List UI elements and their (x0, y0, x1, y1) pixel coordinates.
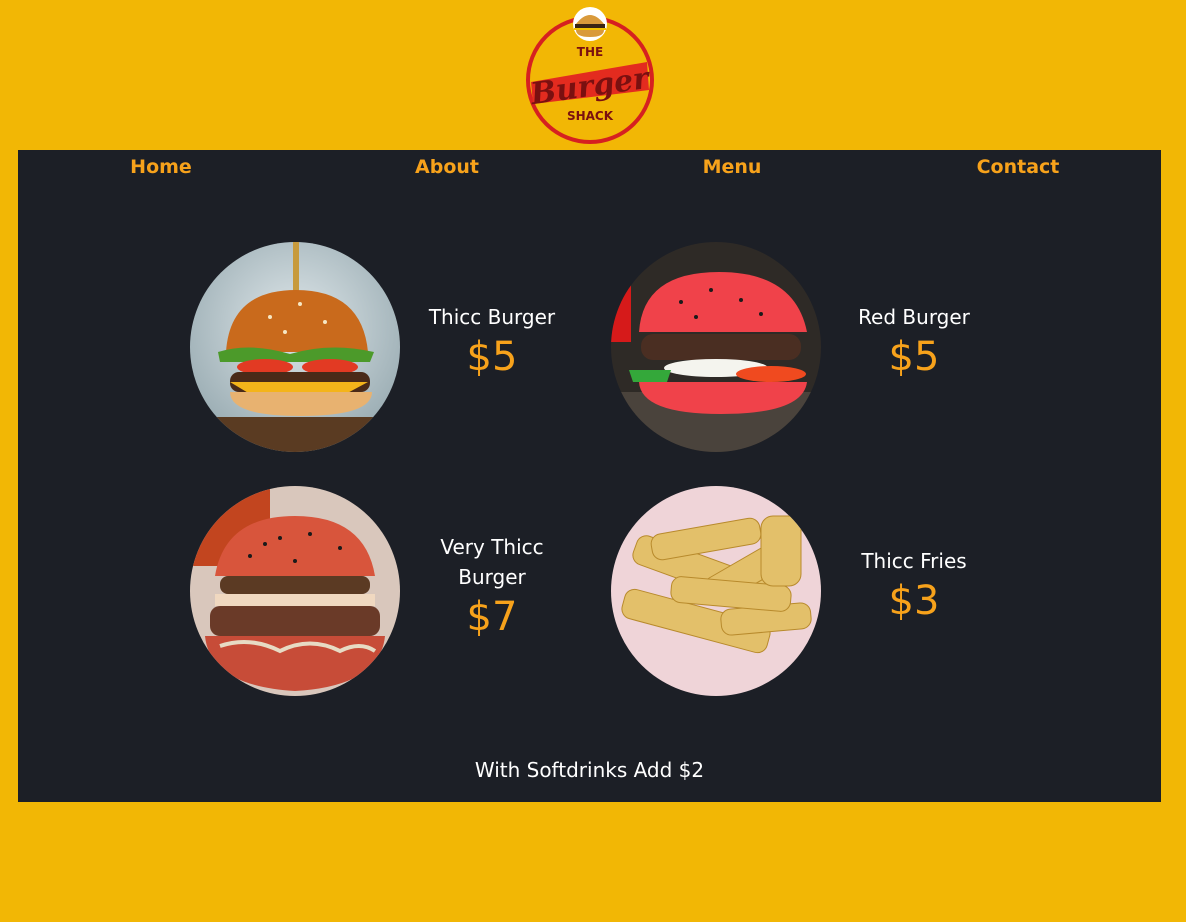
menu-item-thicc-fries[interactable]: Thicc Fries $3 (824, 546, 1004, 626)
brand-logo[interactable]: THE Burger SHACK (515, 4, 665, 146)
item-price: $7 (466, 594, 518, 640)
nav-about-link[interactable]: About (347, 154, 547, 180)
softdrinks-note: With Softdrinks Add $2 (474, 758, 705, 782)
fries-photo (611, 486, 821, 696)
item-name: Thicc Burger (428, 305, 556, 329)
logo-line-bottom: SHACK (567, 109, 614, 123)
very-thicc-burger-photo (190, 486, 400, 696)
red-burger-photo (611, 242, 821, 452)
nav-home-link[interactable]: Home (61, 154, 261, 180)
item-price: $5 (888, 334, 940, 380)
nav-contact-link[interactable]: Contact (918, 154, 1118, 180)
menu-panel: Home About Menu Contact Thicc Burger $5 … (18, 150, 1161, 802)
logo-line-top: THE (577, 45, 603, 59)
logo-line-middle: Burger (528, 61, 654, 113)
item-price: $3 (888, 578, 940, 624)
item-name: Thicc Fries (861, 549, 967, 573)
menu-item-very-thicc-burger[interactable]: Very Thicc Burger $7 (402, 532, 582, 642)
item-name: Very Thicc Burger (440, 535, 544, 589)
logo-graphic: THE Burger SHACK (526, 7, 654, 144)
menu-item-red-burger[interactable]: Red Burger $5 (824, 302, 1004, 382)
burger-icon (573, 7, 607, 41)
menu-item-thicc-burger[interactable]: Thicc Burger $5 (402, 302, 582, 382)
nav-menu-link[interactable]: Menu (632, 154, 832, 180)
item-name: Red Burger (858, 305, 970, 329)
item-price: $5 (466, 334, 518, 380)
burger-photo (190, 242, 400, 452)
